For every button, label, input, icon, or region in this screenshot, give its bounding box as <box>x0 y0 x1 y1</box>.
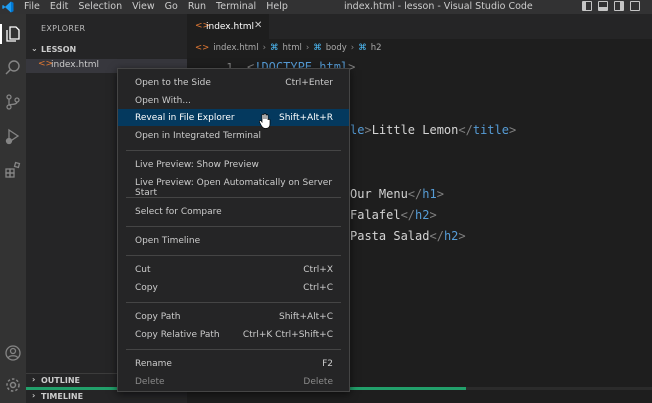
menu-edit[interactable]: Edit <box>50 1 68 13</box>
element-icon: ⌘ <box>313 43 322 53</box>
code-line-h1: Our Menu</h1> <box>350 187 444 201</box>
tab-bar: <> index.html ✕ <box>187 14 652 39</box>
menu-divider <box>126 255 341 256</box>
run-debug-icon[interactable] <box>3 126 23 146</box>
toggle-secondary-sidebar-icon[interactable] <box>614 1 624 11</box>
mouse-pointer-icon <box>259 113 271 129</box>
menu-help[interactable]: Help <box>266 1 288 13</box>
menu-item-copy-relative-path[interactable]: Copy Relative Path Ctrl+K Ctrl+Shift+C <box>118 326 349 343</box>
html-file-icon: <> <box>195 43 210 53</box>
menu-divider <box>126 349 341 350</box>
workspace-section-header[interactable]: ⌄ LESSON <box>26 44 187 57</box>
menu-item-copy[interactable]: Copy Ctrl+C <box>118 279 349 296</box>
file-name: index.html <box>51 60 99 70</box>
manage-gear-icon[interactable] <box>3 375 23 395</box>
breadcrumb-html[interactable]: html <box>282 43 301 53</box>
element-icon: ⌘ <box>358 43 367 53</box>
workspace-label: LESSON <box>41 45 77 54</box>
code-line-h2-pasta: Pasta Salad</h2> <box>350 229 466 243</box>
breadcrumb-body[interactable]: body <box>326 43 347 53</box>
activity-bar <box>0 14 26 403</box>
close-icon[interactable]: ✕ <box>254 20 262 31</box>
menu-item-reveal-in-file-explorer[interactable]: Reveal in File Explorer Shift+Alt+R <box>118 109 349 126</box>
title-bar: File Edit Selection View Go Run Terminal… <box>0 0 652 14</box>
chevron-right-icon: › <box>32 391 36 400</box>
menu-item-live-preview-show[interactable]: Live Preview: Show Preview <box>118 156 349 173</box>
source-control-icon[interactable] <box>3 92 23 112</box>
chevron-right-icon: › <box>262 43 266 53</box>
menu-selection[interactable]: Selection <box>78 1 122 13</box>
menu-item-open-in-terminal[interactable]: Open in Integrated Terminal <box>118 127 349 144</box>
timeline-label: TIMELINE <box>41 392 84 401</box>
menu-divider <box>126 226 341 227</box>
vscode-logo-icon <box>2 1 14 13</box>
layout-controls <box>582 1 640 11</box>
chevron-right-icon: › <box>32 375 36 384</box>
menu-item-delete[interactable]: Delete Delete <box>118 373 349 390</box>
menu-item-live-preview-auto[interactable]: Live Preview: Open Automatically on Serv… <box>118 174 349 198</box>
menu-terminal[interactable]: Terminal <box>216 1 256 13</box>
menu-item-open-timeline[interactable]: Open Timeline <box>118 232 349 249</box>
explorer-icon[interactable] <box>0 24 23 44</box>
menu-item-select-for-compare[interactable]: Select for Compare <box>118 203 349 220</box>
menu-item-rename[interactable]: Rename F2 <box>118 355 349 372</box>
menu-item-open-with[interactable]: Open With... <box>118 92 349 109</box>
breadcrumb-file[interactable]: index.html <box>213 43 258 53</box>
menu-bar: File Edit Selection View Go Run Terminal… <box>24 1 298 13</box>
outline-label: OUTLINE <box>41 376 80 385</box>
menu-view[interactable]: View <box>132 1 155 13</box>
window-title: index.html - lesson - Visual Studio Code <box>344 1 533 12</box>
code-line-h2-falafel: Falafel</h2> <box>350 208 437 222</box>
extensions-icon[interactable] <box>3 160 23 180</box>
customize-layout-icon[interactable] <box>630 1 640 11</box>
context-menu: Open to the Side Ctrl+Enter Open With... … <box>117 68 350 392</box>
chevron-right-icon: › <box>350 43 355 53</box>
chevron-right-icon: › <box>305 43 310 53</box>
menu-divider <box>126 302 341 303</box>
menu-run[interactable]: Run <box>188 1 206 13</box>
menu-divider <box>126 197 341 198</box>
menu-item-cut[interactable]: Cut Ctrl+X <box>118 261 349 278</box>
breadcrumb-h2[interactable]: h2 <box>371 43 382 53</box>
menu-file[interactable]: File <box>24 1 40 13</box>
menu-divider <box>126 150 341 151</box>
menu-item-copy-path[interactable]: Copy Path Shift+Alt+C <box>118 308 349 325</box>
menu-go[interactable]: Go <box>165 1 178 13</box>
tab-index-html[interactable]: <> index.html ✕ <box>187 14 269 39</box>
code-line-title: le>Little Lemon</title> <box>350 123 517 137</box>
toggle-sidebar-icon[interactable] <box>582 1 592 11</box>
accounts-icon[interactable] <box>3 343 23 363</box>
search-icon[interactable] <box>3 58 23 78</box>
sidebar-title: EXPLORER <box>41 24 86 33</box>
toggle-panel-icon[interactable] <box>598 1 608 11</box>
chevron-down-icon: ⌄ <box>31 44 38 53</box>
tab-label: index.html <box>206 22 254 32</box>
breadcrumb: <> index.html › ⌘ html › ⌘ body › ⌘ h2 <box>195 43 386 53</box>
menu-item-open-to-side[interactable]: Open to the Side Ctrl+Enter <box>118 74 349 91</box>
element-icon: ⌘ <box>269 43 279 53</box>
